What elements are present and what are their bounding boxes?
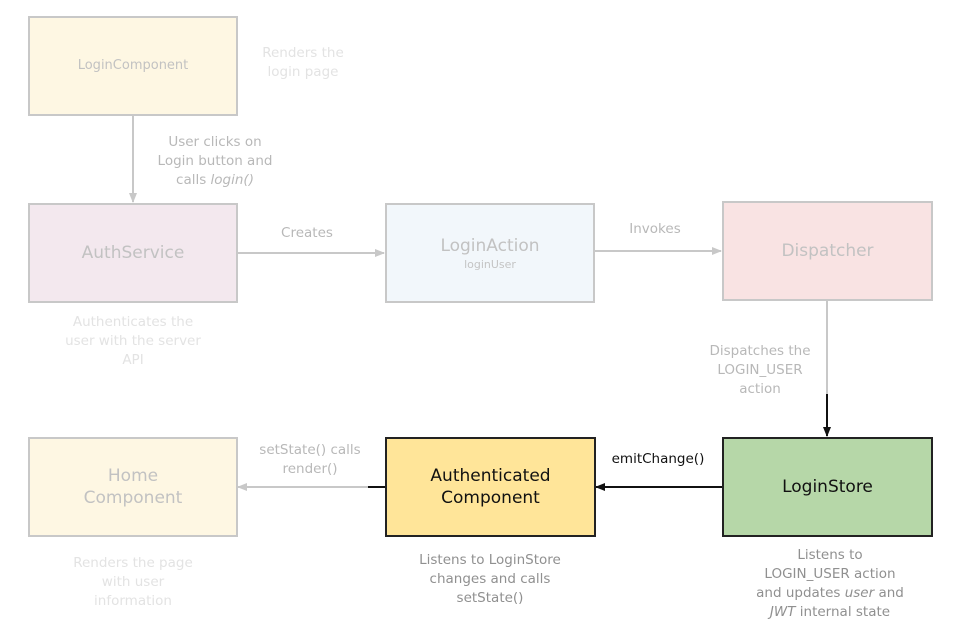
node-title-line1: Home [107, 466, 159, 486]
login-to-auth-label: User clicks on Login button and calls lo… [157, 134, 273, 188]
store-to-authenticated-label: emitChange() [611, 451, 705, 467]
login-component-node[interactable]: LoginComponent [28, 16, 238, 116]
node-title-line2: Component [83, 488, 183, 508]
login-action-node[interactable]: LoginAction loginUser [385, 203, 595, 303]
node-title-line2: Component [441, 488, 540, 508]
auth-service-desc: Authenticates the user with the server A… [65, 314, 201, 368]
authenticated-to-home-label: setState() calls render() [259, 442, 361, 477]
node-title: LoginAction [440, 236, 540, 256]
action-to-dispatcher-label: Invokes [629, 221, 681, 237]
node-subtitle: loginUser [464, 258, 516, 271]
node-title: LoginStore [782, 477, 873, 497]
dispatcher-node[interactable]: Dispatcher [722, 201, 933, 301]
login-component-desc: Renders the login page [262, 45, 344, 80]
node-title: Dispatcher [781, 241, 874, 261]
auth-service-node[interactable]: AuthService [28, 203, 238, 303]
node-title: AuthService [81, 243, 185, 263]
node-title: LoginComponent [77, 58, 189, 73]
login-store-desc: Listens to LOGIN_USER action and updates… [756, 547, 904, 620]
authenticated-component-node[interactable]: Authenticated Component [385, 437, 596, 537]
dispatcher-to-store-label: Dispatches the LOGIN_USER action [709, 343, 811, 397]
authenticated-component-desc: Listens to LoginStore changes and calls … [419, 552, 561, 606]
home-component-desc: Renders the page with user information [73, 555, 193, 609]
home-component-node[interactable]: Home Component [28, 437, 238, 537]
auth-to-action-label: Creates [281, 225, 333, 241]
login-store-node[interactable]: LoginStore [722, 437, 933, 537]
node-title-line1: Authenticated [430, 466, 551, 486]
